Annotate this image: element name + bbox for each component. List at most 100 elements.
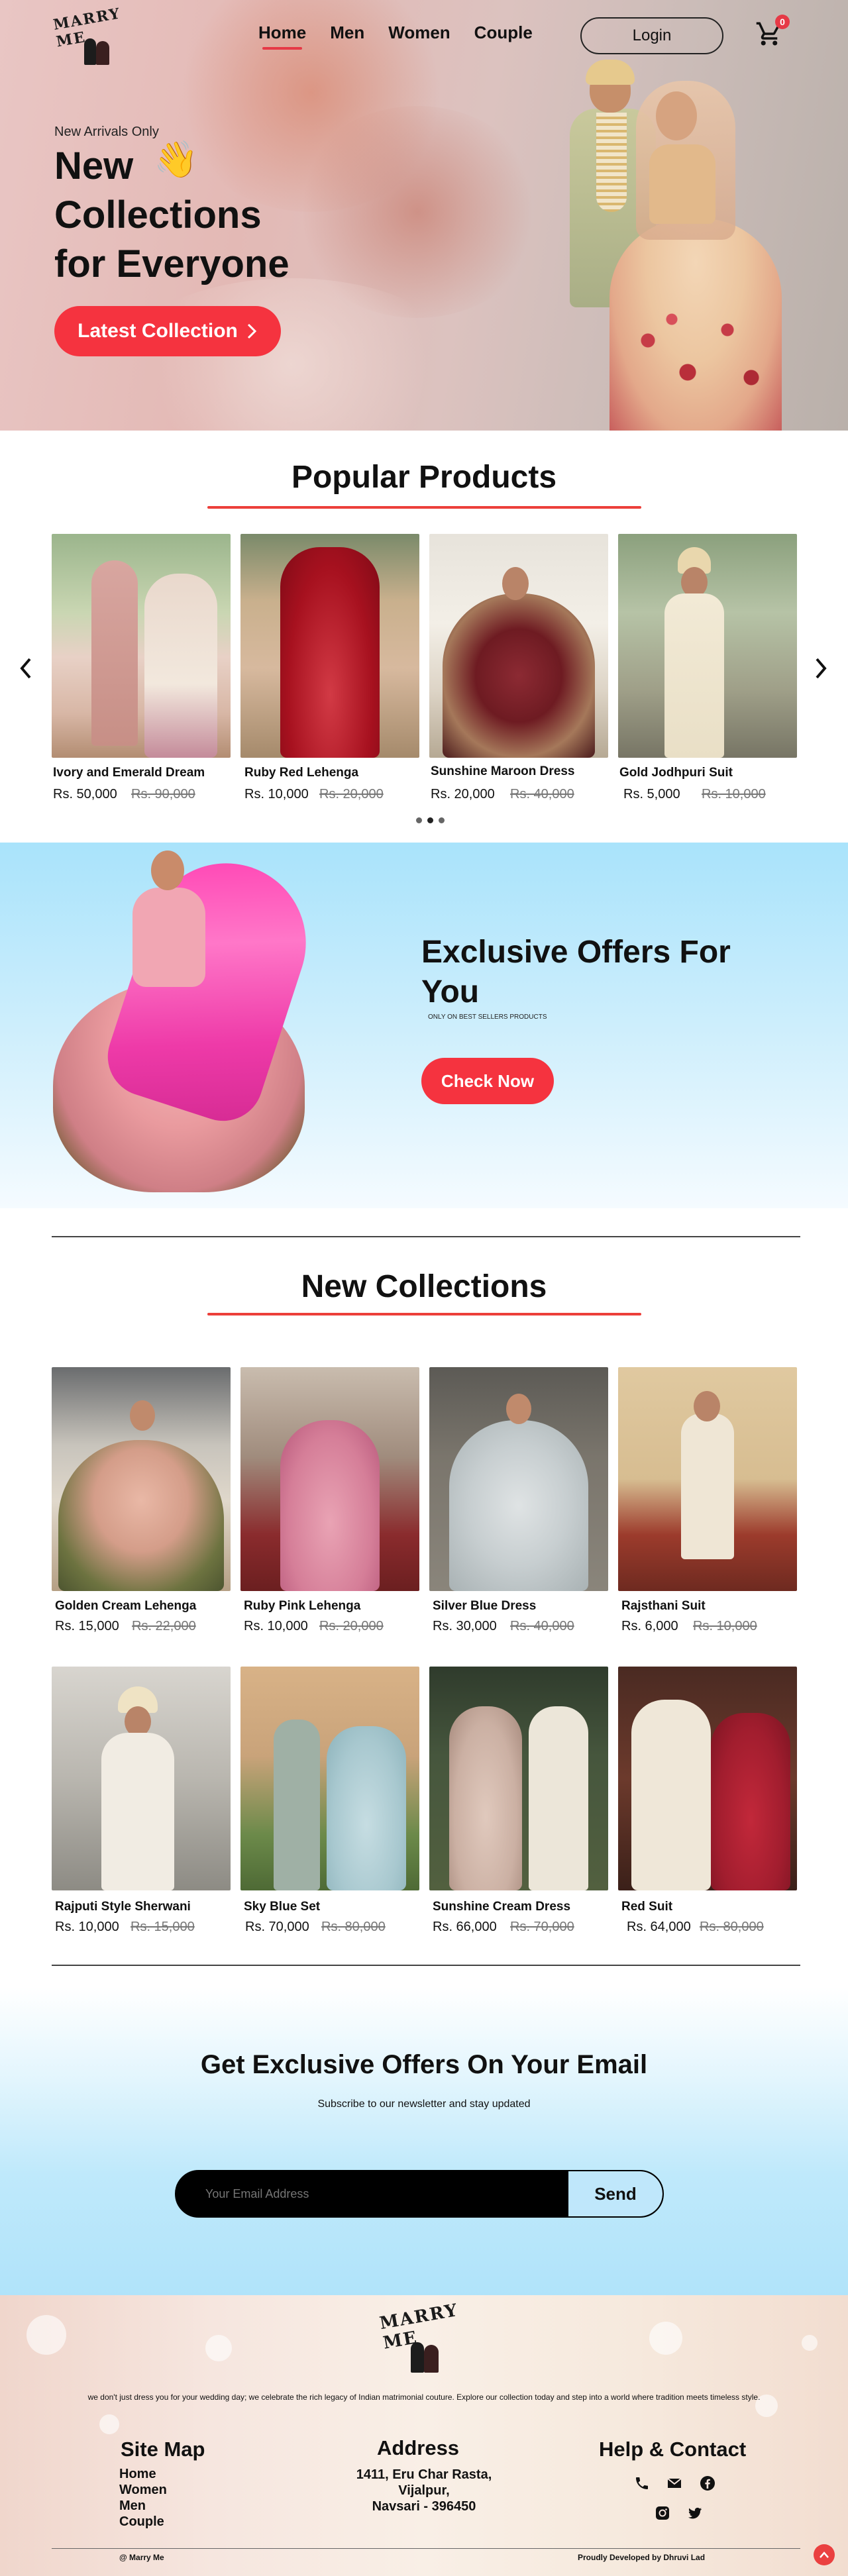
facebook-button[interactable] bbox=[699, 2475, 716, 2492]
footer-link-women[interactable]: Women bbox=[119, 2483, 167, 2498]
footer-link-couple[interactable]: Couple bbox=[119, 2514, 164, 2530]
product-image[interactable] bbox=[52, 1367, 231, 1591]
product-card[interactable]: Sky Blue Set Rs. 70,000 Rs. 80,000 bbox=[240, 1667, 419, 1934]
product-image[interactable] bbox=[240, 534, 419, 758]
footer-link-home[interactable]: Home bbox=[119, 2467, 156, 2482]
phone-icon bbox=[636, 2477, 648, 2489]
twitter-button[interactable] bbox=[686, 2504, 704, 2522]
developer-credit: Proudly Developed by Dhruvi Lad bbox=[578, 2553, 706, 2562]
latest-collection-button[interactable]: Latest Collection bbox=[54, 306, 281, 356]
product-price: Rs. 10,000 bbox=[55, 1920, 119, 1934]
twitter-icon bbox=[688, 2507, 702, 2519]
chevron-up-icon bbox=[820, 2551, 829, 2558]
product-price: Rs. 10,000 bbox=[244, 787, 309, 801]
cart-button[interactable]: 0 bbox=[754, 15, 790, 49]
cart-count-badge: 0 bbox=[775, 15, 790, 29]
footer-link-men[interactable]: Men bbox=[119, 2499, 146, 2514]
product-image[interactable] bbox=[52, 534, 231, 758]
product-old-price: Rs. 15,000 bbox=[131, 1920, 195, 1934]
copyright-text: @ Marry Me bbox=[119, 2553, 164, 2562]
product-image[interactable] bbox=[618, 1367, 797, 1591]
nav-item-home[interactable]: Home bbox=[258, 23, 306, 50]
product-name: Silver Blue Dress bbox=[433, 1599, 537, 1613]
product-old-price: Rs. 40,000 bbox=[510, 1619, 574, 1633]
product-card[interactable]: Sunshine Maroon Dress Rs. 20,000 Rs. 40,… bbox=[429, 534, 608, 801]
logo-couple-icon bbox=[401, 2342, 447, 2373]
product-price: Rs. 20,000 bbox=[431, 787, 495, 801]
carousel-dot[interactable] bbox=[439, 817, 445, 823]
product-card[interactable]: Rajputi Style Sherwani Rs. 10,000 Rs. 15… bbox=[52, 1667, 231, 1934]
footer-about-text: we don't just dress you for your wedding… bbox=[87, 2393, 761, 2402]
product-image[interactable] bbox=[240, 1367, 419, 1591]
product-card[interactable]: Rajsthani Suit Rs. 6,000 Rs. 10,000 bbox=[618, 1367, 797, 1633]
carousel-dot[interactable] bbox=[416, 817, 422, 823]
product-card[interactable]: Golden Cream Lehenga Rs. 15,000 Rs. 22,0… bbox=[52, 1367, 231, 1633]
offers-title: Exclusive Offers For You bbox=[421, 935, 731, 1009]
address-line: Vijalpur, bbox=[398, 2483, 450, 2498]
product-card[interactable]: Red Suit Rs. 64,000 Rs. 80,000 bbox=[618, 1667, 797, 1934]
product-card[interactable]: Ruby Pink Lehenga Rs. 10,000 Rs. 20,000 bbox=[240, 1367, 419, 1633]
product-name: Red Suit bbox=[621, 1900, 673, 1914]
login-button[interactable]: Login bbox=[580, 17, 723, 54]
product-price: Rs. 64,000 bbox=[627, 1920, 691, 1934]
address-line: 1411, Eru Char Rasta, bbox=[356, 2467, 492, 2482]
offers-bride-image bbox=[53, 843, 327, 1192]
product-image[interactable] bbox=[52, 1667, 231, 1890]
product-old-price: Rs. 22,000 bbox=[132, 1619, 196, 1633]
hero-title-line3: for Everyone bbox=[54, 242, 290, 285]
product-name: Ruby Red Lehenga bbox=[244, 766, 359, 780]
scroll-to-top-button[interactable] bbox=[814, 2544, 835, 2565]
instagram-button[interactable] bbox=[654, 2504, 671, 2522]
product-card[interactable]: Gold Jodhpuri Suit Rs. 5,000 Rs. 10,000 bbox=[618, 534, 797, 801]
product-image[interactable] bbox=[618, 1667, 797, 1890]
main-nav: Home Men Women Couple bbox=[258, 23, 533, 50]
carousel-dots bbox=[416, 817, 445, 823]
product-image[interactable] bbox=[240, 1667, 419, 1890]
product-price: Rs. 6,000 bbox=[621, 1619, 678, 1633]
chevron-right-icon bbox=[816, 658, 827, 679]
product-card[interactable]: Ruby Red Lehenga Rs. 10,000 Rs. 20,000 bbox=[240, 534, 419, 801]
nav-item-men[interactable]: Men bbox=[330, 23, 364, 50]
hero-kicker: New Arrivals Only bbox=[54, 125, 159, 139]
product-image[interactable] bbox=[429, 1367, 608, 1591]
mail-button[interactable] bbox=[666, 2475, 683, 2492]
product-price: Rs. 5,000 bbox=[623, 787, 680, 801]
popular-title-underline bbox=[207, 506, 641, 509]
hero-title-line2: Collections bbox=[54, 193, 262, 236]
check-now-button[interactable]: Check Now bbox=[421, 1058, 554, 1104]
product-card[interactable]: Ivory and Emerald Dream Rs. 50,000 Rs. 9… bbox=[52, 534, 231, 801]
footer-logo[interactable]: MARRY ME bbox=[378, 2300, 467, 2373]
product-old-price: Rs. 90,000 bbox=[131, 787, 195, 801]
email-input[interactable] bbox=[176, 2171, 567, 2216]
send-button[interactable]: Send bbox=[567, 2171, 662, 2216]
offers-subtitle: ONLY ON BEST SELLERS PRODUCTS bbox=[428, 1013, 547, 1021]
product-name: Sky Blue Set bbox=[244, 1900, 321, 1914]
carousel-next-button[interactable] bbox=[814, 656, 828, 686]
carousel-dot[interactable] bbox=[427, 817, 433, 823]
new-collections-underline bbox=[207, 1313, 641, 1315]
product-image[interactable] bbox=[429, 1667, 608, 1890]
product-name: Sunshine Maroon Dress bbox=[431, 764, 575, 778]
product-name: Rajputi Style Sherwani bbox=[55, 1900, 191, 1914]
product-old-price: Rs. 70,000 bbox=[510, 1920, 574, 1934]
nav-item-couple[interactable]: Couple bbox=[474, 23, 533, 50]
nav-item-women[interactable]: Women bbox=[388, 23, 450, 50]
hero-couple-image bbox=[556, 60, 782, 431]
product-card[interactable]: Silver Blue Dress Rs. 30,000 Rs. 40,000 bbox=[429, 1367, 608, 1633]
product-price: Rs. 15,000 bbox=[55, 1619, 119, 1633]
phone-button[interactable] bbox=[633, 2475, 651, 2492]
product-image[interactable] bbox=[618, 534, 797, 758]
sitemap-title: Site Map bbox=[121, 2438, 205, 2461]
address-text: 1411, Eru Char Rasta, Vijalpur, Navsari … bbox=[344, 2467, 504, 2514]
product-card[interactable]: Sunshine Cream Dress Rs. 66,000 Rs. 70,0… bbox=[429, 1667, 608, 1934]
address-line: Navsari - 396450 bbox=[372, 2499, 476, 2514]
hero-title-line1: New bbox=[54, 144, 134, 187]
product-image[interactable] bbox=[429, 534, 608, 758]
carousel-prev-button[interactable] bbox=[19, 656, 33, 686]
brand-logo[interactable]: MARRY ME bbox=[52, 5, 137, 65]
footer-divider bbox=[52, 2548, 800, 2549]
logo-couple-icon bbox=[76, 38, 116, 65]
section-divider bbox=[52, 1965, 800, 1966]
product-name: Ivory and Emerald Dream bbox=[53, 766, 205, 780]
chevron-right-icon bbox=[247, 323, 256, 339]
